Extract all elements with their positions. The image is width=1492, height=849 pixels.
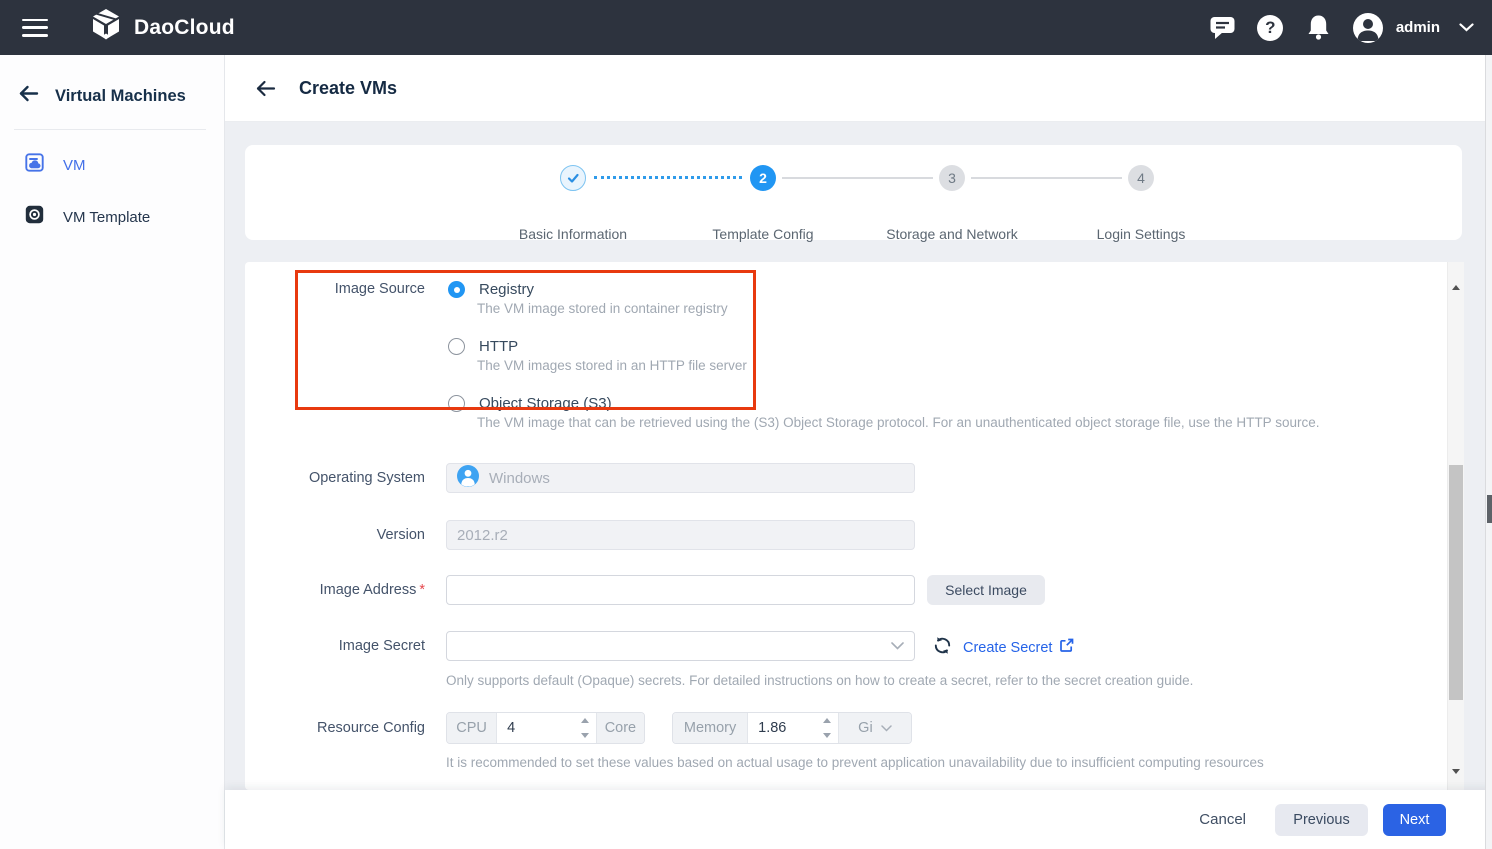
- spin-down-icon[interactable]: [816, 728, 838, 743]
- vm-icon: [25, 153, 44, 177]
- check-icon: [564, 169, 582, 187]
- scroll-up-icon[interactable]: [1452, 268, 1460, 286]
- sidebar-title: Virtual Machines: [55, 87, 186, 106]
- sidebar: Virtual Machines VM VM Template: [0, 55, 225, 849]
- image-secret-label: Image Secret: [245, 638, 425, 654]
- topbar-actions: ? admin: [1209, 0, 1474, 55]
- stepper: 2 3 4 Basic Information Template Config …: [245, 145, 1462, 240]
- step-2-circle: 2: [750, 165, 776, 191]
- user-name[interactable]: admin: [1396, 19, 1440, 36]
- radio-desc: The VM image stored in container registr…: [477, 301, 728, 316]
- step-connector: [594, 176, 742, 179]
- sidebar-item-label: VM Template: [63, 209, 150, 226]
- next-button[interactable]: Next: [1383, 804, 1446, 836]
- sidebar-item-vm-template[interactable]: VM Template: [0, 197, 224, 237]
- topbar: DaoCloud ? admin: [0, 0, 1492, 55]
- radio-label: Object Storage (S3): [479, 395, 612, 412]
- step-4-circle: 4: [1128, 165, 1154, 191]
- required-asterisk: *: [419, 582, 425, 598]
- spin-up-icon[interactable]: [816, 713, 838, 728]
- radio-icon[interactable]: [448, 338, 465, 355]
- cpu-input[interactable]: [497, 713, 574, 743]
- image-secret-help: Only supports default (Opaque) secrets. …: [446, 673, 1193, 688]
- external-link-icon: [1059, 638, 1074, 657]
- user-avatar[interactable]: [1353, 13, 1383, 43]
- version-value: 2012.r2: [457, 527, 508, 544]
- sidebar-item-label: VM: [63, 157, 86, 174]
- image-address-label: Image Address*: [245, 582, 425, 598]
- footer-actions: Cancel Previous Next: [225, 790, 1492, 849]
- page-title: Create VMs: [299, 78, 397, 99]
- memory-prefix: Memory: [673, 713, 748, 743]
- image-source-label: Image Source: [245, 281, 425, 297]
- operating-system-field: Windows: [446, 463, 915, 493]
- brand-name: DaoCloud: [134, 16, 235, 40]
- radio-desc: The VM image that can be retrieved using…: [477, 415, 1492, 430]
- radio-http[interactable]: HTTP: [448, 338, 518, 355]
- help-icon[interactable]: ?: [1257, 14, 1284, 41]
- chevron-down-icon[interactable]: [1459, 19, 1474, 37]
- refresh-icon[interactable]: [933, 636, 952, 655]
- notifications-icon[interactable]: [1305, 14, 1332, 41]
- cancel-button[interactable]: Cancel: [1199, 811, 1246, 828]
- back-icon[interactable]: [255, 80, 276, 97]
- menu-icon[interactable]: [22, 19, 48, 37]
- cpu-prefix: CPU: [447, 713, 497, 743]
- browser-scrollbar[interactable]: [1485, 55, 1492, 849]
- chevron-down-icon: [891, 637, 904, 655]
- step-1-label: Basic Information: [488, 226, 658, 242]
- radio-desc: The VM images stored in an HTTP file ser…: [477, 358, 747, 373]
- version-label: Version: [245, 527, 425, 543]
- memory-spin-buttons[interactable]: [816, 713, 838, 743]
- memory-unit-select[interactable]: Gi: [838, 713, 911, 743]
- sidebar-item-vm[interactable]: VM: [0, 145, 224, 185]
- content-area: 2 3 4 Basic Information Template Config …: [225, 122, 1492, 790]
- chevron-down-icon: [881, 725, 892, 732]
- operating-system-label: Operating System: [245, 470, 425, 486]
- page-header: Create VMs: [225, 55, 1492, 122]
- resource-config-help: It is recommended to set these values ba…: [446, 755, 1264, 770]
- form-scrollbar[interactable]: [1447, 262, 1464, 790]
- brand[interactable]: DaoCloud: [88, 7, 235, 48]
- step-1-circle: [560, 165, 586, 191]
- messages-icon[interactable]: [1209, 14, 1236, 41]
- image-address-input[interactable]: [446, 575, 915, 605]
- vm-template-icon: [25, 205, 44, 229]
- cpu-unit: Core: [596, 713, 644, 743]
- previous-button[interactable]: Previous: [1275, 804, 1368, 836]
- step-3-label: Storage and Network: [867, 226, 1037, 242]
- memory-stepper: Memory Gi: [672, 712, 912, 744]
- radio-icon[interactable]: [448, 395, 465, 412]
- memory-input[interactable]: [748, 713, 816, 743]
- step-2-label: Template Config: [678, 226, 848, 242]
- radio-label: Registry: [479, 281, 534, 298]
- spin-up-icon[interactable]: [574, 713, 596, 728]
- select-image-button[interactable]: Select Image: [927, 575, 1045, 605]
- image-secret-select[interactable]: [446, 631, 915, 661]
- step-connector: [782, 177, 933, 179]
- back-icon[interactable]: [18, 85, 39, 107]
- spin-down-icon[interactable]: [574, 728, 596, 743]
- scrollbar-thumb[interactable]: [1449, 465, 1463, 700]
- radio-registry[interactable]: Registry: [448, 281, 534, 298]
- divider: [14, 129, 206, 130]
- resource-config-label: Resource Config: [245, 720, 425, 736]
- step-4-label: Login Settings: [1056, 226, 1226, 242]
- step-connector: [971, 177, 1122, 179]
- step-3-circle: 3: [939, 165, 965, 191]
- cpu-stepper: CPU Core: [446, 712, 645, 744]
- create-secret-link[interactable]: Create Secret: [963, 638, 1074, 657]
- version-field: 2012.r2: [446, 520, 915, 550]
- radio-selected-icon[interactable]: [448, 281, 465, 298]
- cpu-spin-buttons[interactable]: [574, 713, 596, 743]
- daocloud-logo-icon: [88, 7, 124, 48]
- radio-object-storage-s3[interactable]: Object Storage (S3): [448, 395, 612, 412]
- template-config-form: Image Source Registry The VM image store…: [245, 262, 1464, 790]
- operating-system-value: Windows: [489, 470, 550, 487]
- radio-label: HTTP: [479, 338, 518, 355]
- browser-scrollbar-thumb[interactable]: [1487, 495, 1492, 523]
- os-avatar-icon: [457, 465, 479, 492]
